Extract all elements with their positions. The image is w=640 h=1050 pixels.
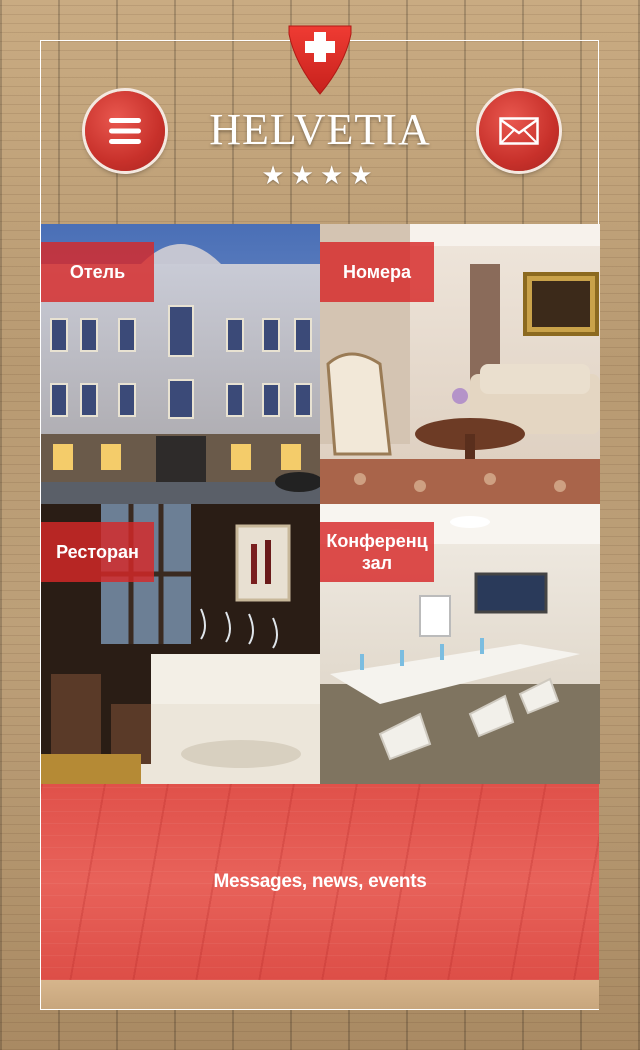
tile-hotel-label: Отель <box>41 242 154 302</box>
swiss-cross-shield-icon <box>288 25 352 95</box>
hamburger-menu-icon <box>109 118 141 144</box>
rating-stars: ★★★★ <box>261 160 379 190</box>
menu-button[interactable] <box>85 91 165 171</box>
news-banner-label: Messages, news, events <box>213 871 427 892</box>
tile-restaurant[interactable]: Ресторан <box>41 504 321 784</box>
tile-conference[interactable]: Конференц зал <box>320 504 600 784</box>
tile-hotel[interactable]: Отель <box>41 224 321 504</box>
news-banner[interactable]: Messages, news, events <box>41 784 599 980</box>
mail-button[interactable] <box>479 91 559 171</box>
tile-conference-label: Конференц зал <box>320 522 434 582</box>
envelope-icon <box>499 117 539 145</box>
tile-rooms-label: Номера <box>320 242 434 302</box>
hotel-logo: HELVETIA <box>209 105 431 154</box>
tile-rooms[interactable]: Номера <box>320 224 600 504</box>
wood-strip <box>41 980 599 1009</box>
tile-restaurant-label: Ресторан <box>41 522 154 582</box>
